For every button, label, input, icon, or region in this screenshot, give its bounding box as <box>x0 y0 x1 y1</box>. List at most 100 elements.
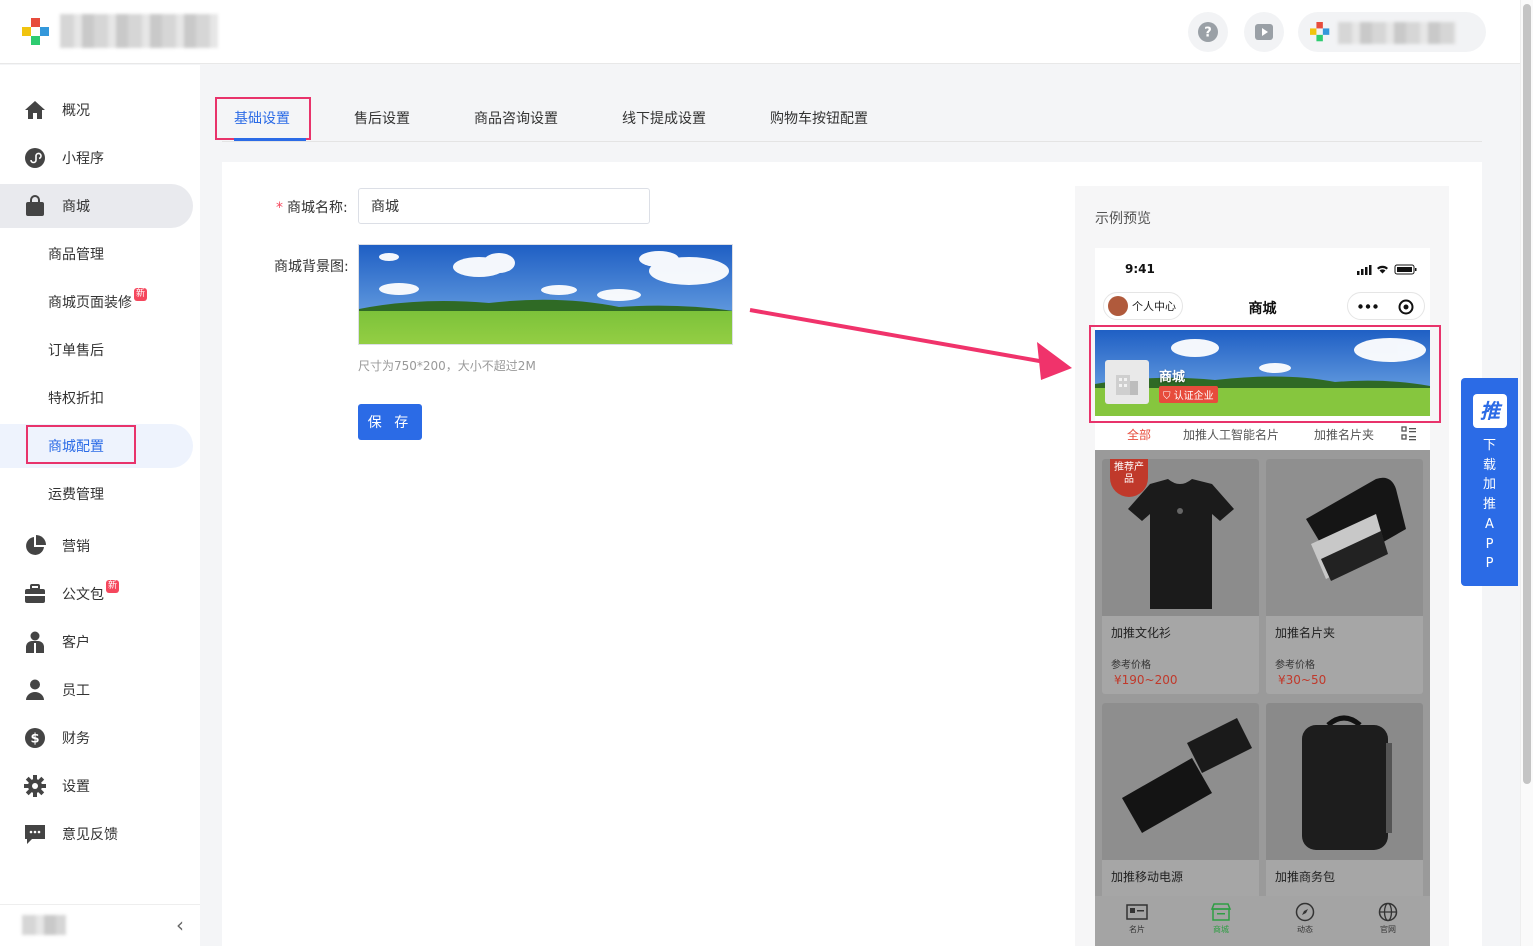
sidebar-item-mini-program[interactable]: 小程序 <box>0 136 193 180</box>
sidebar-sub-privilege-discount[interactable]: 特权折扣 <box>0 376 193 420</box>
feedback-icon <box>24 823 46 845</box>
video-tutorial-button[interactable] <box>1244 12 1284 52</box>
product-name: 加推文化衫 <box>1111 626 1172 640</box>
mall-background-label: 商城背景图: <box>274 259 349 275</box>
product-image-card-holder <box>1266 459 1423 616</box>
mini-program-capsule[interactable] <box>1347 292 1425 320</box>
settings-tabs: 基础设置 售后设置 商品咨询设置 线下提成设置 购物车按钮配置 <box>222 98 1482 142</box>
sidebar-item-staff[interactable]: 员工 <box>0 668 193 712</box>
product-price: ¥30~50 <box>1278 673 1327 687</box>
tab-aftersale-settings[interactable]: 售后设置 <box>354 98 410 140</box>
building-icon <box>1116 375 1138 395</box>
sidebar-item-label: 员工 <box>62 683 90 699</box>
phone-tab-card[interactable]: 名片 <box>1117 902 1157 935</box>
sidebar-item-settings[interactable]: 设置 <box>0 764 193 808</box>
product-grid: 推荐产品 加推文化衫 参考价格 ¥190~200 加推名片夹 参考价格 ¥30~… <box>1095 450 1430 946</box>
product-image-tshirt: 推荐产品 <box>1102 459 1259 616</box>
store-icon <box>1210 902 1232 922</box>
phone-tab-store[interactable]: 商城 <box>1201 902 1241 935</box>
sidebar-item-label: 设置 <box>62 779 90 795</box>
settings-panel: *商城名称: 商城背景图: 尺寸为750*200，大小不超过2M 保 存 示例预… <box>222 162 1482 946</box>
save-button[interactable]: 保 存 <box>358 404 422 440</box>
sidebar-footer: ‹ <box>0 904 200 946</box>
sidebar-item-mall[interactable]: 商城 <box>0 184 193 228</box>
category-tab-all[interactable]: 全部 <box>1127 426 1151 443</box>
sidebar-item-label: 客户 <box>62 635 90 651</box>
sidebar-item-finance[interactable]: $ 财务 <box>0 716 193 760</box>
verified-enterprise-badge: ⛉ 认证企业 <box>1159 386 1218 403</box>
mall-banner-preview: 商城 ⛉ 认证企业 <box>1095 330 1430 416</box>
sidebar: 概况 小程序 商城 商品管理 商城页面装修新 订单售后 特权折扣 商城配置 运费… <box>0 65 200 946</box>
phone-tab-bar: 名片 商城 动态 官网 <box>1095 896 1430 946</box>
sub-item-label: 商城配置 <box>48 439 104 455</box>
landscape-image <box>359 245 732 344</box>
example-preview: 示例预览 9:41 个人中心 商城 商城 ⛉ 认证企业 全部 加推人工智能名片 … <box>1075 186 1449 946</box>
collapse-sidebar-button[interactable]: ‹ <box>176 913 184 937</box>
product-name: 加推名片夹 <box>1275 626 1336 640</box>
tab-offline-commission-settings[interactable]: 线下提成设置 <box>622 98 706 140</box>
sidebar-sub-mall-decoration[interactable]: 商城页面装修新 <box>0 280 193 324</box>
gear-icon <box>24 775 46 797</box>
phone-nav-bar: 个人中心 商城 <box>1095 292 1430 324</box>
sidebar-item-overview[interactable]: 概况 <box>0 88 193 132</box>
sidebar-item-label: 公文包 <box>62 587 104 603</box>
help-button[interactable]: ? <box>1188 12 1228 52</box>
tab-cart-button-config[interactable]: 购物车按钮配置 <box>770 98 868 140</box>
sidebar-item-briefcase[interactable]: 公文包 新 <box>0 572 193 616</box>
sidebar-item-label: 财务 <box>62 731 90 747</box>
required-mark: * <box>276 200 283 216</box>
category-list-icon[interactable] <box>1401 426 1417 441</box>
app-logo-icon[interactable] <box>22 18 50 46</box>
preview-title: 示例预览 <box>1095 211 1151 227</box>
scrollbar-thumb[interactable] <box>1523 4 1531 784</box>
category-tabs: 全部 加推人工智能名片 加推名片夹 <box>1095 420 1430 450</box>
category-tab-ai-card[interactable]: 加推人工智能名片 <box>1183 426 1279 443</box>
shopping-bag-icon <box>24 195 46 217</box>
page-scrollbar[interactable] <box>1520 0 1533 946</box>
globe-icon <box>1377 902 1399 922</box>
sidebar-sub-shipping-management[interactable]: 运费管理 <box>0 472 193 516</box>
pointer-arrow-icon <box>749 308 1072 380</box>
sidebar-item-label: 意见反馈 <box>62 827 118 843</box>
tab-label: 商城 <box>1213 925 1229 934</box>
download-char: A <box>1485 516 1494 532</box>
sub-item-label: 商品管理 <box>48 247 104 263</box>
svg-text:?: ? <box>1204 26 1212 41</box>
download-char: 推 <box>1482 497 1496 513</box>
blurred-user-name <box>1338 22 1456 44</box>
product-card[interactable]: 加推移动电源 <box>1102 703 1259 899</box>
sub-item-label: 特权折扣 <box>48 391 104 407</box>
blurred-account-name <box>60 14 218 48</box>
mall-background-image[interactable] <box>358 244 733 345</box>
product-name: 加推商务包 <box>1275 870 1336 884</box>
sidebar-item-feedback[interactable]: 意见反馈 <box>0 812 193 856</box>
more-icon <box>1358 304 1378 309</box>
download-app-float[interactable]: 推 下 载 加 推 A P P <box>1461 378 1518 586</box>
shop-name: 商城 <box>1159 370 1186 385</box>
category-tab-card-holder[interactable]: 加推名片夹 <box>1314 426 1374 443</box>
tab-basic-settings[interactable]: 基础设置 <box>234 98 290 140</box>
phone-tab-website[interactable]: 官网 <box>1368 902 1408 935</box>
sidebar-item-marketing[interactable]: 营销 <box>0 524 193 568</box>
download-char: 载 <box>1482 457 1496 473</box>
sidebar-sub-mall-config[interactable]: 商城配置 <box>0 424 193 468</box>
download-char: P <box>1485 536 1494 552</box>
product-card[interactable]: 加推名片夹 参考价格 ¥30~50 <box>1266 459 1423 694</box>
svg-text:$: $ <box>30 732 39 747</box>
sidebar-item-label: 概况 <box>62 103 90 119</box>
briefcase-icon <box>24 583 46 605</box>
tab-product-inquiry-settings[interactable]: 商品咨询设置 <box>474 98 558 140</box>
product-card[interactable]: 推荐产品 加推文化衫 参考价格 ¥190~200 <box>1102 459 1259 694</box>
product-card[interactable]: 加推商务包 <box>1266 703 1423 899</box>
user-menu[interactable] <box>1298 12 1486 52</box>
mall-name-input[interactable] <box>358 188 650 224</box>
sidebar-sub-product-management[interactable]: 商品管理 <box>0 232 193 276</box>
sidebar-item-customer[interactable]: 客户 <box>0 620 193 664</box>
top-header: ? <box>0 0 1520 64</box>
status-time: 9:41 <box>1125 262 1155 276</box>
sidebar-sub-order-aftersale[interactable]: 订单售后 <box>0 328 193 372</box>
phone-tab-moments[interactable]: 动态 <box>1285 902 1325 935</box>
sub-item-label: 运费管理 <box>48 487 104 503</box>
app-brand-icon: 推 <box>1473 394 1507 428</box>
user-logo-icon <box>1310 22 1330 42</box>
